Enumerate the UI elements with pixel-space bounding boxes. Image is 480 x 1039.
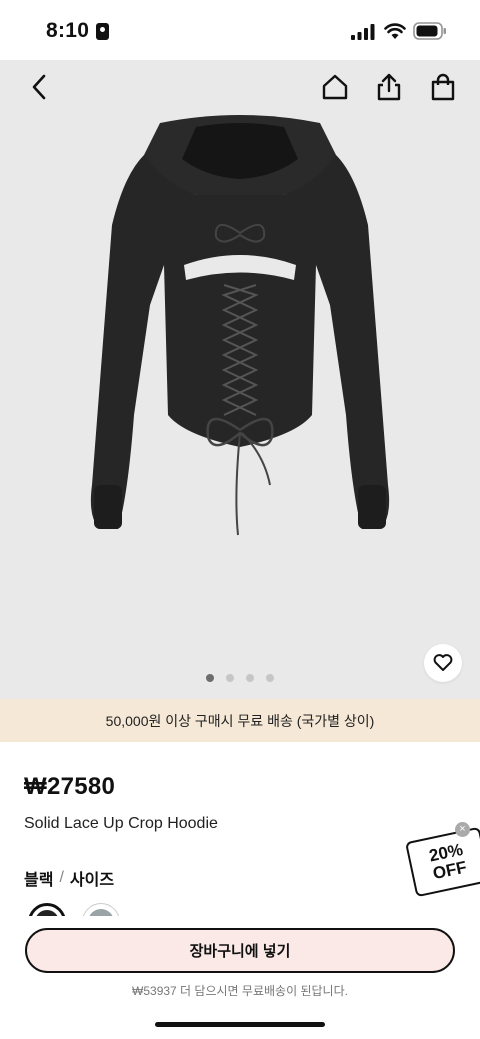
variant-header: 블랙 / 사이즈 [24,866,114,890]
product-image-carousel[interactable] [0,60,480,699]
free-shipping-note: ₩53937 더 담으시면 무료배송이 된답니다. [132,984,348,998]
add-to-cart-button[interactable]: 장바구니에 넣기 [25,928,455,973]
coupon-badge[interactable]: 20% OFF [405,826,480,898]
product-photo [90,115,390,536]
battery-icon [413,22,446,40]
variant-size-label[interactable]: 사이즈 [70,866,114,890]
variant-color-label: 블랙 [24,872,54,889]
carousel-dot[interactable] [206,674,214,682]
product-name: Solid Lace Up Crop Hoodie [24,815,218,832]
back-button[interactable] [22,70,56,104]
status-time: 8:10 [46,19,90,42]
status-bar: 8:10 [0,0,480,60]
product-price: ₩27580 [24,773,116,800]
coupon-ticket: 20% OFF [405,826,480,898]
carousel-dot[interactable] [266,674,274,682]
home-icon [322,74,348,100]
chevron-left-icon [32,74,46,100]
id-card-icon [96,23,109,40]
carousel-dot[interactable] [246,674,254,682]
carousel-dot[interactable] [226,674,234,682]
wifi-icon [384,23,406,39]
shopping-bag-button[interactable] [426,70,460,104]
heart-icon [433,654,453,671]
coupon-off: OFF [431,857,469,884]
share-button[interactable] [372,70,406,104]
share-icon [377,73,401,101]
coupon-close-icon[interactable]: × [455,822,470,837]
shopping-bag-icon [431,73,455,101]
shipping-banner: 50,000원 이상 구매시 무료 배송 (국가별 상이) [0,699,480,742]
home-indicator [155,1022,325,1027]
home-button[interactable] [318,70,352,104]
variant-separator: / [59,869,64,886]
signal-icon [351,24,375,40]
carousel-dots [0,674,480,682]
